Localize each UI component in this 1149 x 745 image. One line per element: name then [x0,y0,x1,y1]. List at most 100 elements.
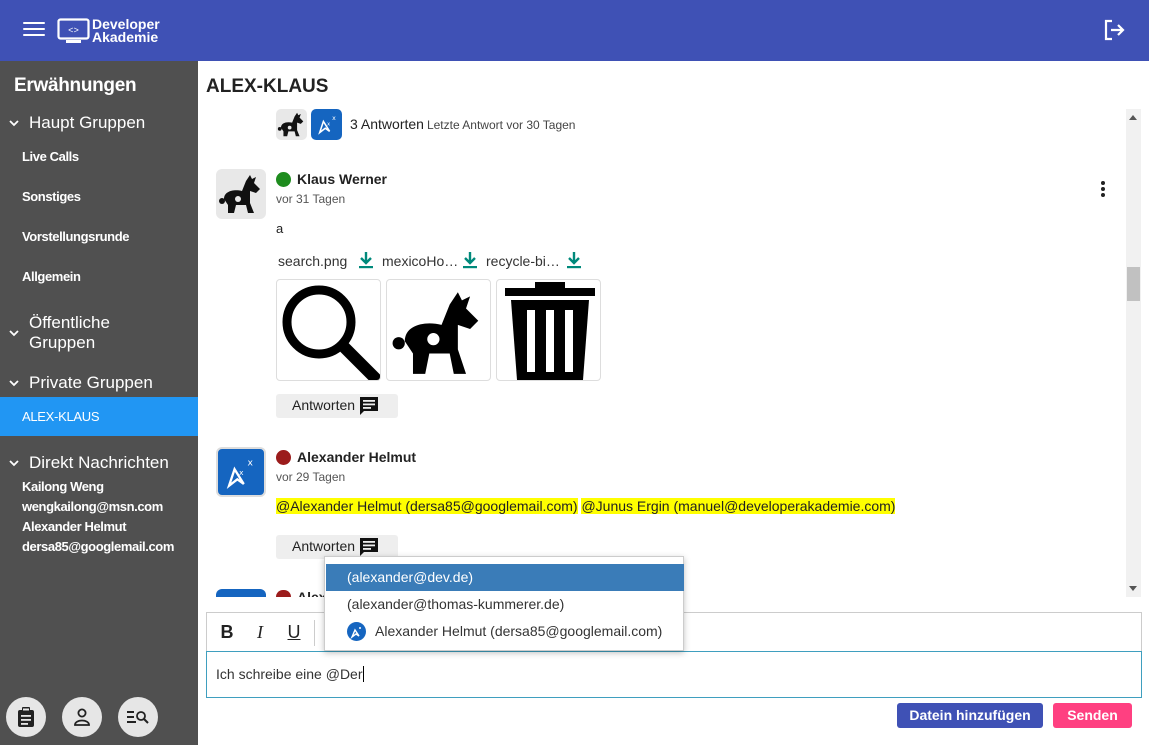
sidebar-item-allgemein[interactable]: Allgemein [22,269,81,284]
message-author: Alexander Helmut [297,449,417,465]
toolbar-divider [314,620,315,646]
message-time: vor 29 Tagen [276,470,346,484]
cursor-avatar-icon: xx [226,458,253,490]
group-private-label: Private Gruppen [29,373,153,392]
user-avatar-icon [347,622,366,641]
reply-count: 3 Antworten [350,116,424,132]
horse-icon [277,112,304,137]
message-time: vor 31 Tagen [276,192,346,206]
file-name: recycle-bi… [486,253,560,269]
scrollbar-thumb[interactable] [1127,267,1140,301]
message-text: a [276,221,284,236]
chat-bubble-icon [360,397,378,415]
group-direct-toggle[interactable]: Direkt Nachrichten [5,453,169,473]
dm-item-email[interactable]: dersa85@googlemail.com [22,539,174,554]
autocomplete-option[interactable]: (alexander@thomas-kummerer.de) [326,591,684,618]
bold-button[interactable]: B [217,622,237,643]
trash-icon [505,282,595,380]
avatar [276,109,307,140]
monitor-code-icon: <> [57,17,90,43]
scroll-down-arrow-icon[interactable] [1129,586,1137,591]
mention-chip[interactable]: @Junus Ergin (manuel@developerakademie.c… [581,498,896,514]
svg-text:<>: <> [68,26,79,36]
sidebar-title: Erwähnungen [14,75,137,96]
person-icon [74,708,90,726]
avatar: xx [216,447,266,497]
message-author: Alex [297,589,327,597]
message-input[interactable]: Ich schreibe eine @Der [206,651,1142,698]
cursor-avatar-icon: xx [318,115,336,135]
logout-icon[interactable] [1101,17,1127,43]
message-scrollbar[interactable] [1126,109,1141,597]
reply-button[interactable]: Antworten [276,394,398,418]
underline-button[interactable]: U [284,622,304,643]
image-thumbnail-search[interactable] [276,279,381,381]
chevron-down-icon [5,453,23,473]
sidebar-item-live-calls[interactable]: Live Calls [22,149,79,164]
chevron-down-icon [5,323,23,343]
chat-bubble-icon [360,538,378,556]
sidebar: Erwähnungen Haupt Gruppen Live Calls Son… [0,61,198,745]
group-main-toggle[interactable]: Haupt Gruppen [5,113,145,133]
offline-status-dot [276,590,291,597]
group-direct-label: Direkt Nachrichten [29,453,169,472]
top-bar: <> Developer Akademie [0,0,1149,61]
online-status-dot [276,172,291,187]
image-thumbnail-trash[interactable] [496,279,601,381]
page-title: ALEX-KLAUS [206,76,329,97]
svg-text:x: x [239,468,244,477]
svg-text:x: x [327,122,330,128]
dm-item-email[interactable]: wengkailong@msn.com [22,499,163,514]
clipboard-icon [18,707,34,727]
dm-item-name[interactable]: Alexander Helmut [22,519,127,534]
group-private-toggle[interactable]: Private Gruppen [5,373,153,393]
last-reply-time: Letzte Antwort vor 30 Tagen [426,118,576,132]
message-author: Klaus Werner [297,171,387,187]
text-caret [362,666,364,682]
avatar [216,589,266,597]
mention-chip[interactable]: @Alexander Helmut (dersa85@googlemail.co… [276,498,578,514]
chevron-down-icon [5,113,23,133]
svg-text:x: x [332,115,336,122]
group-public-toggle[interactable]: Öffentliche Gruppen [5,313,110,353]
logo: <> Developer Akademie [57,15,160,47]
dm-item-name[interactable]: Kailong Weng [22,479,104,494]
avatar: xx [311,109,342,140]
sidebar-item-label: ALEX-KLAUS [22,409,100,424]
sidebar-item-vorstellungsrunde[interactable]: Vorstellungsrunde [22,229,129,244]
mentions-button[interactable] [6,697,46,737]
search-list-icon [127,711,149,724]
avatar [216,169,266,219]
file-name: search.png [278,253,348,269]
mention-autocomplete: (alexander@dev.de) (alexander@thomas-kum… [324,556,684,651]
horse-icon [392,292,479,374]
logo-line-2: Akademie [92,29,159,45]
sidebar-item-sonstiges[interactable]: Sonstiges [22,189,81,204]
message-input-value: Ich schreibe eine @Der [216,666,363,682]
autocomplete-option[interactable]: Alexander Helmut (dersa85@googlemail.com… [326,618,684,645]
thread-summary[interactable]: 3 Antworten Letzte Antwort vor 30 Tagen [350,116,575,132]
hamburger-menu-icon[interactable] [23,18,45,40]
file-name: mexicoHo… [382,253,459,269]
send-button[interactable]: Senden [1053,703,1132,728]
download-icon[interactable] [566,251,582,269]
chevron-down-icon [5,373,23,393]
download-icon[interactable] [462,251,478,269]
profile-button[interactable] [62,697,102,737]
magnifier-icon [282,285,380,380]
horse-icon [219,175,260,213]
svg-text:x: x [247,458,253,469]
add-files-button[interactable]: Datein hinzufügen [897,703,1043,728]
italic-button[interactable]: I [250,622,270,643]
group-main-label: Haupt Gruppen [29,113,146,132]
more-options-icon[interactable] [1098,179,1108,199]
message-text: @Alexander Helmut (dersa85@googlemail.co… [276,498,896,514]
scroll-up-arrow-icon[interactable] [1129,115,1137,120]
sidebar-item-alex-klaus[interactable]: ALEX-KLAUS [0,397,198,436]
autocomplete-option[interactable]: (alexander@dev.de) [326,564,684,591]
download-icon[interactable] [358,251,374,269]
offline-status-dot [276,450,291,465]
search-button[interactable] [118,697,158,737]
group-public-label: Öffentliche Gruppen [29,313,110,352]
image-thumbnail-horse[interactable] [386,279,491,381]
